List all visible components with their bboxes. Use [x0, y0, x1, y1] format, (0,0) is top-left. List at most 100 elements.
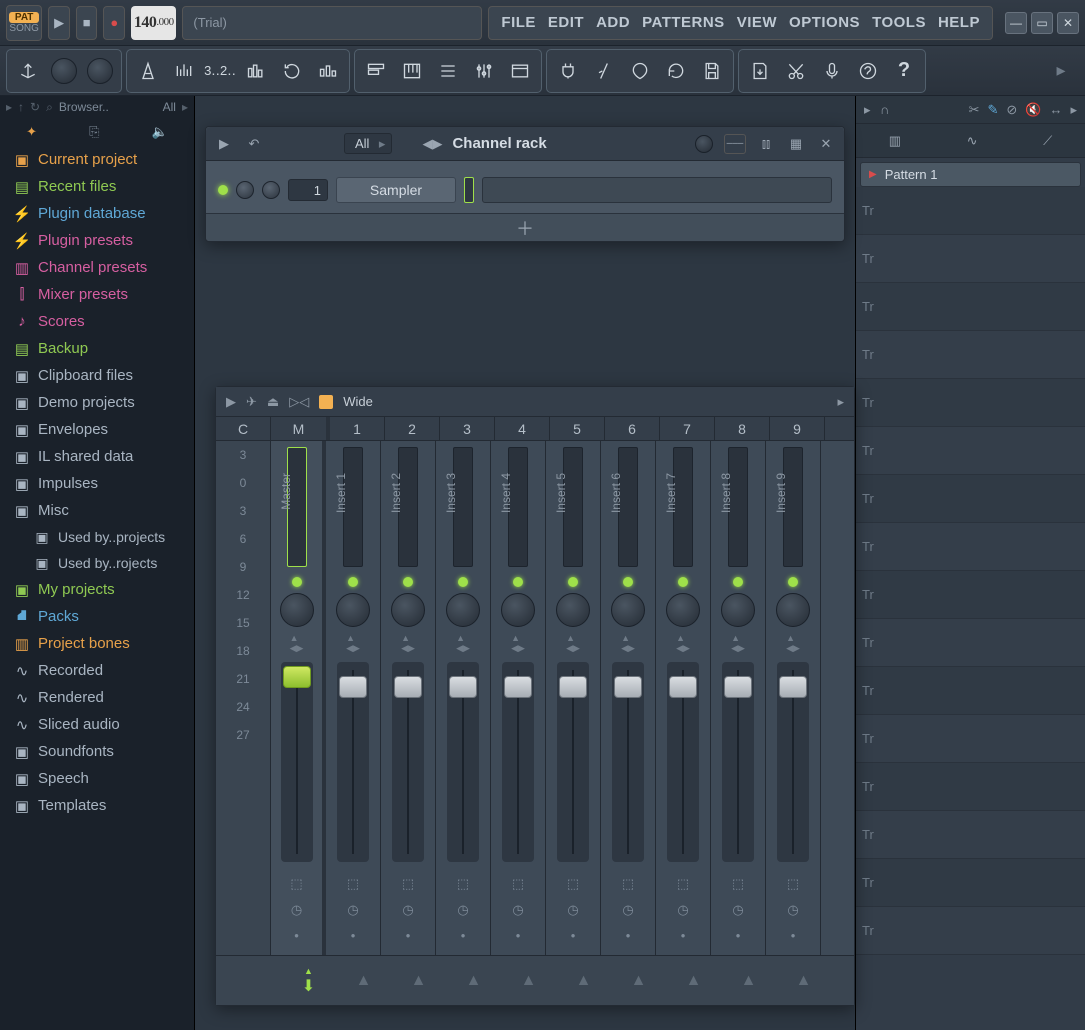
channel-enable-led[interactable]: [218, 185, 228, 195]
browser-back-icon[interactable]: ▸: [6, 100, 12, 114]
clock-icon[interactable]: ◷: [567, 902, 578, 918]
pan-knob[interactable]: [721, 593, 755, 627]
track-header[interactable]: 5: [550, 417, 605, 440]
send-arrow-icon[interactable]: ▲: [556, 972, 611, 990]
browser-item[interactable]: ⫿Mixer presets: [0, 281, 194, 308]
stereo-sep-icon[interactable]: ▲◀▶: [346, 633, 360, 654]
knob-1[interactable]: [46, 53, 82, 89]
rack-lcd-icon[interactable]: ‒‒‒: [724, 134, 746, 154]
clock-icon[interactable]: ◷: [291, 902, 302, 918]
rack-play-icon[interactable]: ▶: [214, 134, 234, 154]
browser-item[interactable]: ∿Rendered: [0, 684, 194, 711]
track-enable-led[interactable]: [403, 577, 413, 587]
insert-track[interactable]: Insert 5▲◀▶⬚◷•: [546, 441, 601, 955]
play-button[interactable]: ▶: [48, 6, 70, 40]
browser-item[interactable]: ▤Backup: [0, 335, 194, 362]
clock-icon[interactable]: ◷: [732, 902, 743, 918]
fader[interactable]: [281, 662, 313, 862]
track-header[interactable]: 3: [440, 417, 495, 440]
browser-up-icon[interactable]: ↑: [18, 100, 24, 114]
pattern-play-icon[interactable]: ▶: [869, 169, 877, 180]
piano-mode-icon[interactable]: ▥: [889, 133, 901, 149]
fader[interactable]: [502, 662, 534, 862]
fader[interactable]: [447, 662, 479, 862]
send-arrow-icon[interactable]: ▲: [391, 972, 446, 990]
step-icon[interactable]: [310, 53, 346, 89]
playlist-track[interactable]: Tr: [856, 571, 1085, 619]
send-arrow-icon[interactable]: ▲: [336, 972, 391, 990]
touch-icon[interactable]: [622, 53, 658, 89]
more-tools-icon[interactable]: ▸: [1043, 53, 1079, 89]
playlist-track[interactable]: Tr: [856, 715, 1085, 763]
browser-item[interactable]: ♪Scores: [0, 308, 194, 335]
cut-icon[interactable]: [778, 53, 814, 89]
menu-patterns[interactable]: PATTERNS: [636, 14, 731, 31]
track-enable-led[interactable]: [568, 577, 578, 587]
clock-icon[interactable]: ◷: [347, 902, 358, 918]
dot-icon[interactable]: •: [626, 928, 631, 943]
browser-fwd-icon[interactable]: ↻: [30, 100, 40, 114]
playlist-track[interactable]: Tr: [856, 667, 1085, 715]
send-arrow-icon[interactable]: ▲⬇: [281, 966, 336, 996]
countdown-icon[interactable]: 3‥2‥: [202, 53, 238, 89]
dot-icon[interactable]: •: [351, 928, 356, 943]
record-button[interactable]: ●: [103, 6, 125, 40]
stereo-sep-icon[interactable]: ▲◀▶: [401, 633, 415, 654]
rack-graph-icon[interactable]: ⫾⫾: [756, 134, 776, 154]
insert-track[interactable]: Insert 7▲◀▶⬚◷•: [656, 441, 711, 955]
dot-icon[interactable]: •: [516, 928, 521, 943]
magnet-icon[interactable]: ∩: [880, 102, 889, 117]
send-arrow-icon[interactable]: ▲: [446, 972, 501, 990]
auto-mode-icon[interactable]: ⟋: [1043, 133, 1052, 149]
fader[interactable]: [337, 662, 369, 862]
fader[interactable]: [667, 662, 699, 862]
stop-button[interactable]: ■: [76, 6, 98, 40]
wave-mode-icon[interactable]: ∿: [967, 133, 978, 149]
dot-icon[interactable]: •: [571, 928, 576, 943]
browser-item[interactable]: ▣Templates: [0, 792, 194, 819]
track-header[interactable]: 7: [660, 417, 715, 440]
stop-tool-icon[interactable]: ⊘: [1006, 102, 1017, 118]
info-icon[interactable]: [850, 53, 886, 89]
audio-icon[interactable]: 🔈: [152, 124, 168, 140]
collapse-icon[interactable]: ✦: [26, 124, 37, 140]
mixer-wave-icon[interactable]: ▷◁: [289, 394, 309, 410]
browser-item[interactable]: ▣Envelopes: [0, 416, 194, 443]
browser-item[interactable]: ▣Soundfonts: [0, 738, 194, 765]
playlist-track[interactable]: Tr: [856, 187, 1085, 235]
track-enable-led[interactable]: [678, 577, 688, 587]
stereo-sep-icon[interactable]: ▲◀▶: [621, 633, 635, 654]
mixer-menu-icon[interactable]: ▶: [226, 394, 236, 410]
wait-icon[interactable]: [166, 53, 202, 89]
menu-help[interactable]: HELP: [932, 14, 986, 31]
track-header[interactable]: 6: [605, 417, 660, 440]
fx-icon[interactable]: ⬚: [622, 876, 634, 892]
send-arrow-icon[interactable]: ▲: [611, 972, 666, 990]
metronome-icon[interactable]: [130, 53, 166, 89]
insert-track[interactable]: Insert 6▲◀▶⬚◷•: [601, 441, 656, 955]
mixer-icon[interactable]: [466, 53, 502, 89]
zoom-tool-icon[interactable]: ↔: [1049, 102, 1062, 117]
browser-filter[interactable]: All: [163, 100, 176, 114]
stereo-sep-icon[interactable]: ▲◀▶: [290, 633, 304, 654]
browser-item[interactable]: ⚡Plugin presets: [0, 227, 194, 254]
mixer-layout-label[interactable]: Wide: [343, 394, 373, 409]
dot-icon[interactable]: •: [791, 928, 796, 943]
render-icon[interactable]: [742, 53, 778, 89]
mixer-link-icon[interactable]: ✈: [246, 394, 257, 410]
browser-item[interactable]: ▣Impulses: [0, 470, 194, 497]
dot-icon[interactable]: •: [406, 928, 411, 943]
cut-tool-icon[interactable]: ✂: [969, 102, 980, 118]
clock-icon[interactable]: ◷: [402, 902, 413, 918]
rack-filter-select[interactable]: All: [344, 133, 392, 154]
copy-icon[interactable]: ⎘: [89, 124, 99, 140]
pan-knob[interactable]: [336, 593, 370, 627]
tempo-display[interactable]: 140.000: [131, 6, 176, 40]
loop-icon[interactable]: [274, 53, 310, 89]
fx-icon[interactable]: ⬚: [567, 876, 579, 892]
knob-2[interactable]: [82, 53, 118, 89]
track-enable-led[interactable]: [788, 577, 798, 587]
browser-item[interactable]: ▣Misc: [0, 497, 194, 524]
select-tool-icon[interactable]: ▸: [1070, 102, 1077, 118]
playlist-track[interactable]: Tr: [856, 763, 1085, 811]
